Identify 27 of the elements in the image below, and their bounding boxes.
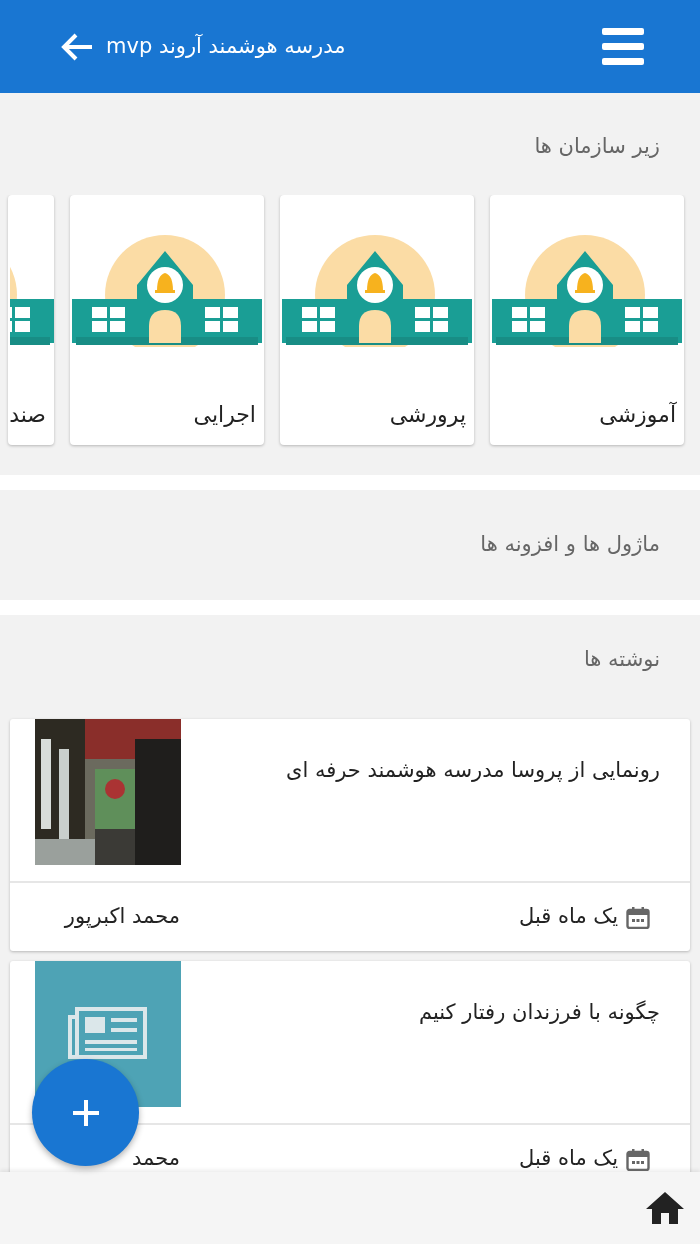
app-title: مدرسه هوشمند آروند mvp xyxy=(106,32,346,60)
post-date: یک ماه قبل xyxy=(519,903,618,931)
card-label: اجرایی xyxy=(193,400,257,429)
post-title[interactable]: چگونه با فرزندان رفتار کنیم xyxy=(418,961,660,1029)
author-name: محمد اکبرپور xyxy=(64,903,180,931)
organization-card[interactable]: اجرایی xyxy=(70,194,264,445)
section-heading: ماژول ها و افزونه ها xyxy=(479,531,661,559)
section-heading: نوشته ها xyxy=(582,646,661,674)
school-icon xyxy=(10,266,54,347)
post-card[interactable]: رونمایی از پروسا مدرسه هوشمند حرفه ای محمد اکبرپور یک ماه قبل xyxy=(10,719,690,951)
post-card[interactable]: چگونه با فرزندان رفتار کنیم محمد یک ماه قبل xyxy=(10,961,690,1172)
calendar-icon xyxy=(626,1147,650,1171)
author-name: محمد xyxy=(132,1145,180,1172)
post-date: یک ماه قبل xyxy=(519,1145,618,1172)
back-icon[interactable] xyxy=(60,31,94,62)
section-heading: زیر سازمان ها xyxy=(533,133,661,160)
card-label: آموزشی xyxy=(599,400,678,429)
home-icon[interactable] xyxy=(646,1192,684,1224)
organization-card[interactable]: آموزشی xyxy=(490,194,684,445)
organization-card[interactable]: صند xyxy=(8,194,54,445)
calendar-icon xyxy=(626,905,650,929)
card-label: صند xyxy=(9,400,47,429)
card-label: پرورشی xyxy=(389,400,467,430)
post-title[interactable]: رونمایی از پروسا مدرسه هوشمند حرفه ای xyxy=(285,719,660,787)
organization-card[interactable]: پرورشی xyxy=(280,194,474,445)
menu-icon[interactable] xyxy=(602,27,644,66)
plus-icon xyxy=(70,1097,101,1128)
